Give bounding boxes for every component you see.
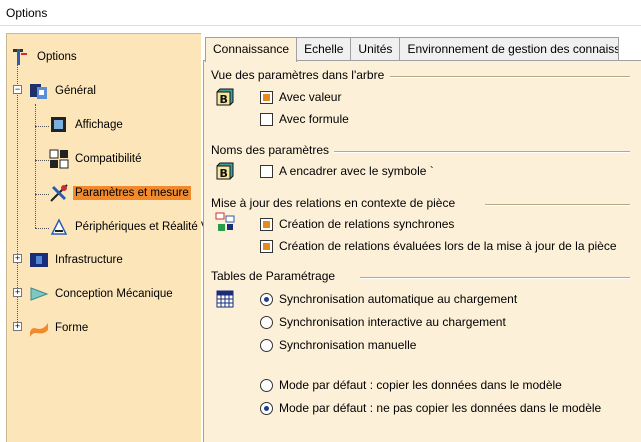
option-label: Mode par défaut : copier les données dan… <box>279 378 562 392</box>
option-label: Synchronisation automatique au chargemen… <box>279 292 518 306</box>
tree-line <box>35 126 49 127</box>
frame-symbol-checkbox[interactable] <box>260 164 273 178</box>
tree-item-parameters-measure[interactable]: Paramètres et mesure <box>49 182 191 204</box>
with-value-checkbox[interactable] <box>260 90 273 104</box>
relations-icon <box>215 212 235 231</box>
section-divider <box>485 204 630 206</box>
devices-vr-icon <box>50 218 68 235</box>
parameter-b-icon: B <box>216 162 234 180</box>
tree-item-label: Affichage <box>75 119 123 131</box>
sync-auto-radio[interactable] <box>260 292 273 306</box>
expand-toggle[interactable]: + <box>13 322 22 331</box>
sync-manual-radio[interactable] <box>260 338 273 352</box>
tree-item-label: Options <box>37 51 77 63</box>
option-label: Création de relations évaluées lors de l… <box>279 239 617 253</box>
copy-data-radio[interactable] <box>260 378 273 392</box>
tree-item-label: Compatibilité <box>75 153 142 165</box>
option-with-formula[interactable]: Avec formule <box>260 111 349 127</box>
section-divider <box>390 76 630 78</box>
option-no-copy-data[interactable]: Mode par défaut : ne pas copier les donn… <box>260 400 601 416</box>
tree-item-general[interactable]: Général <box>29 80 98 102</box>
parameter-b-icon: B <box>216 88 234 106</box>
window-title: Options <box>0 0 641 26</box>
tree-item-mechanical-design[interactable]: Conception Mécanique <box>29 283 175 305</box>
tab-connaissance[interactable]: Connaissance <box>205 37 298 62</box>
general-icon <box>30 84 47 99</box>
option-label: Mode par défaut : ne pas copier les donn… <box>279 401 602 415</box>
sync-interactive-radio[interactable] <box>260 315 273 329</box>
option-label: Synchronisation manuelle <box>279 338 417 352</box>
tree-line <box>35 194 49 195</box>
option-label: Avec valeur <box>279 90 342 104</box>
tree-line <box>35 104 36 228</box>
tab-environnement[interactable]: Environnement de gestion des connaissanc… <box>399 37 620 61</box>
collapse-toggle[interactable]: − <box>13 85 22 94</box>
evaluated-relations-checkbox[interactable] <box>260 239 273 253</box>
parameters-measure-icon <box>50 184 68 202</box>
option-label: A encadrer avec le symbole ` <box>279 164 434 178</box>
mechanical-design-icon <box>30 287 49 301</box>
options-tree[interactable]: Options − Général Affichage Compatibilit… <box>6 33 242 442</box>
section-title-param-tables: Tables de Paramétrage <box>211 269 336 283</box>
svg-text:B: B <box>220 167 228 180</box>
option-label: Synchronisation interactive au chargemen… <box>279 315 506 329</box>
tree-item-label: Paramètres et mesure <box>73 186 191 200</box>
option-label: Avec formule <box>279 112 349 126</box>
infrastructure-icon <box>30 253 48 267</box>
tree-item-label: Forme <box>55 322 89 334</box>
option-sync-auto[interactable]: Synchronisation automatique au chargemen… <box>260 291 517 307</box>
tree-item-infrastructure[interactable]: Infrastructure <box>29 249 125 271</box>
section-divider <box>360 277 630 279</box>
expand-toggle[interactable]: + <box>13 288 22 297</box>
section-title-relations-update: Mise à jour des relations en contexte de… <box>211 196 456 210</box>
option-sync-relations[interactable]: Création de relations synchrones <box>260 216 454 232</box>
tree-item-label: Conception Mécanique <box>55 288 173 300</box>
option-sync-interactive[interactable]: Synchronisation interactive au chargemen… <box>260 314 506 330</box>
shape-icon <box>30 323 48 337</box>
sync-relations-checkbox[interactable] <box>260 217 273 231</box>
tree-item-compatibility[interactable]: Compatibilité <box>49 148 143 170</box>
tree-item-label: Infrastructure <box>55 254 123 266</box>
expand-toggle[interactable]: + <box>13 254 22 263</box>
tree-item-options[interactable]: Options <box>11 46 79 68</box>
options-root-icon <box>13 49 27 65</box>
design-table-icon <box>216 290 234 308</box>
tab-bar: Connaissance Echelle Unités Environnemen… <box>205 37 620 62</box>
tree-item-display[interactable]: Affichage <box>49 114 125 136</box>
option-frame-with-symbol[interactable]: A encadrer avec le symbole ` <box>260 163 434 179</box>
tree-line <box>35 228 49 229</box>
option-with-value[interactable]: Avec valeur <box>260 89 341 105</box>
section-title-tree-params: Vue des paramètres dans l'arbre <box>211 68 385 82</box>
section-divider <box>334 151 630 153</box>
tree-item-label: Général <box>55 85 96 97</box>
option-label: Création de relations synchrones <box>279 217 455 231</box>
svg-text:B: B <box>220 93 228 106</box>
tree-line <box>35 160 49 161</box>
section-title-param-names: Noms des paramètres <box>211 143 330 157</box>
option-sync-manual[interactable]: Synchronisation manuelle <box>260 337 416 353</box>
compatibility-icon <box>49 149 69 169</box>
display-icon <box>51 117 66 132</box>
option-evaluated-relations[interactable]: Création de relations évaluées lors de l… <box>260 238 617 254</box>
option-copy-data[interactable]: Mode par défaut : copier les données dan… <box>260 377 562 393</box>
tab-unites[interactable]: Unités <box>350 37 401 61</box>
with-formula-checkbox[interactable] <box>260 112 273 126</box>
tab-echelle[interactable]: Echelle <box>296 37 352 61</box>
tree-item-shape[interactable]: Forme <box>29 317 90 339</box>
no-copy-data-radio[interactable] <box>260 401 273 415</box>
